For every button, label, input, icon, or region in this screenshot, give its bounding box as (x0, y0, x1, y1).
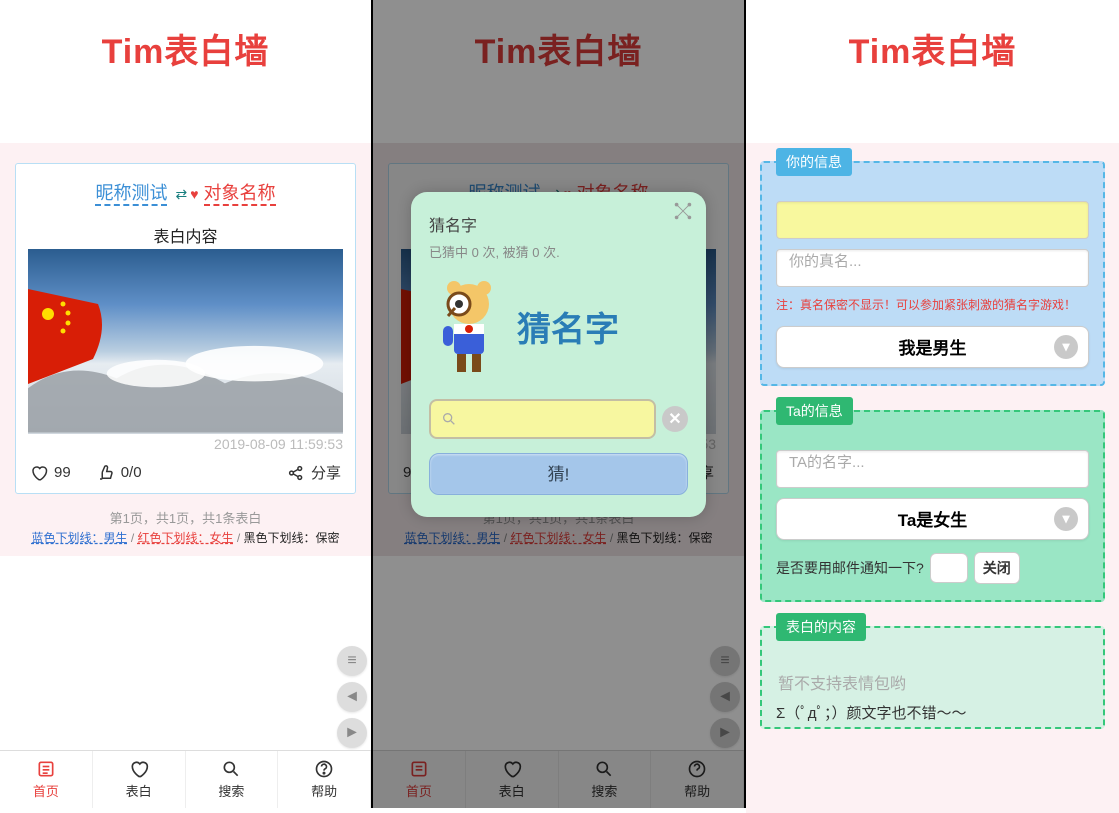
guess-button[interactable]: 猜! (429, 453, 688, 495)
tab-help[interactable]: 帮助 (278, 751, 371, 808)
tab-bar: 首页 表白 搜索 帮助 (0, 750, 371, 808)
heart-outline-icon (30, 464, 48, 482)
search-icon (441, 411, 457, 427)
vote-button[interactable]: 0/0 (97, 464, 142, 482)
prev-button[interactable]: ◄ (337, 682, 367, 712)
mail-toggle[interactable] (930, 553, 968, 583)
share-button[interactable]: 分享 (287, 462, 341, 483)
confession-photo[interactable] (28, 249, 343, 434)
realname-note: 注：真名保密不显示！可以参加紧张刺激的猜名字游戏！ (776, 297, 1089, 314)
content-label: 表白内容 (28, 223, 343, 247)
app-title: Tim表白墙 (0, 24, 371, 73)
help-icon (314, 759, 334, 779)
search-icon (221, 759, 241, 779)
kaomoji-hint: Σ（ﾟдﾟ；）颜文字也不错～～ (776, 702, 1089, 723)
nickname-input[interactable] (776, 201, 1089, 239)
popup-title: 猜名字 (429, 212, 688, 236)
share-icon (287, 464, 305, 482)
popup-subtitle: 已猜中 0 次, 被猜 0 次. (429, 242, 688, 261)
close-icon[interactable] (672, 200, 694, 222)
ta-gender-select[interactable]: Ta是女生 ▾ (776, 498, 1089, 540)
section-title: 你的信息 (776, 148, 852, 176)
realname-input[interactable]: 你的真名... (776, 249, 1089, 287)
to-name[interactable]: 对象名称 (204, 183, 276, 206)
list-icon (36, 759, 56, 779)
timestamp: 2019-08-09 11:59:53 (28, 436, 343, 452)
content-textarea[interactable]: 暂不支持表情包哟 (776, 666, 1089, 702)
arrow-icon: ⇄ (175, 186, 187, 202)
pager-text: 第1页，共1页，共1条表白 (15, 508, 356, 527)
your-info-section: 你的信息 你的真名... 注：真名保密不显示！可以参加紧张刺激的猜名字游戏！ 我… (760, 161, 1105, 386)
like-button[interactable]: 99 (30, 464, 71, 482)
heart-icon (129, 759, 149, 779)
next-button[interactable]: ► (337, 718, 367, 748)
menu-button[interactable]: ≡ (337, 646, 367, 676)
thumb-icon (97, 464, 115, 482)
mail-label: 是否要用邮件通知一下? (776, 558, 924, 578)
app-title: Tim表白墙 (746, 24, 1119, 73)
ta-name-input[interactable]: TA的名字... (776, 450, 1089, 488)
content-section: 表白的内容 暂不支持表情包哟 Σ（ﾟдﾟ；）颜文字也不错～～ (760, 626, 1105, 729)
chevron-down-icon: ▾ (1054, 335, 1078, 359)
confession-card: 昵称测试 ⇄♥ 对象名称 表白内容 (15, 163, 356, 494)
popup-illustration: 猜名字 (429, 271, 688, 381)
header: Tim表白墙 (0, 0, 371, 143)
chevron-down-icon: ▾ (1054, 507, 1078, 531)
ta-info-section: Ta的信息 TA的名字... Ta是女生 ▾ 是否要用邮件通知一下? 关闭 (760, 410, 1105, 602)
tab-search[interactable]: 搜索 (186, 751, 279, 808)
tab-confess[interactable]: 表白 (93, 751, 186, 808)
tab-home[interactable]: 首页 (0, 751, 93, 808)
from-name[interactable]: 昵称测试 (95, 183, 167, 206)
clear-button[interactable]: ✕ (662, 406, 688, 432)
mail-off-button[interactable]: 关闭 (974, 552, 1020, 584)
section-title: 表白的内容 (776, 613, 866, 641)
section-title: Ta的信息 (776, 397, 853, 425)
my-gender-select[interactable]: 我是男生 ▾ (776, 326, 1089, 368)
heart-icon: ♥ (190, 186, 198, 202)
guess-name-popup: 猜名字 已猜中 0 次, 被猜 0 次. 猜名字 ✕ (411, 192, 706, 517)
guess-input[interactable] (429, 399, 656, 439)
legend: 蓝色下划线：男生 / 红色下划线：女生 / 黑色下划线：保密 (15, 529, 356, 546)
